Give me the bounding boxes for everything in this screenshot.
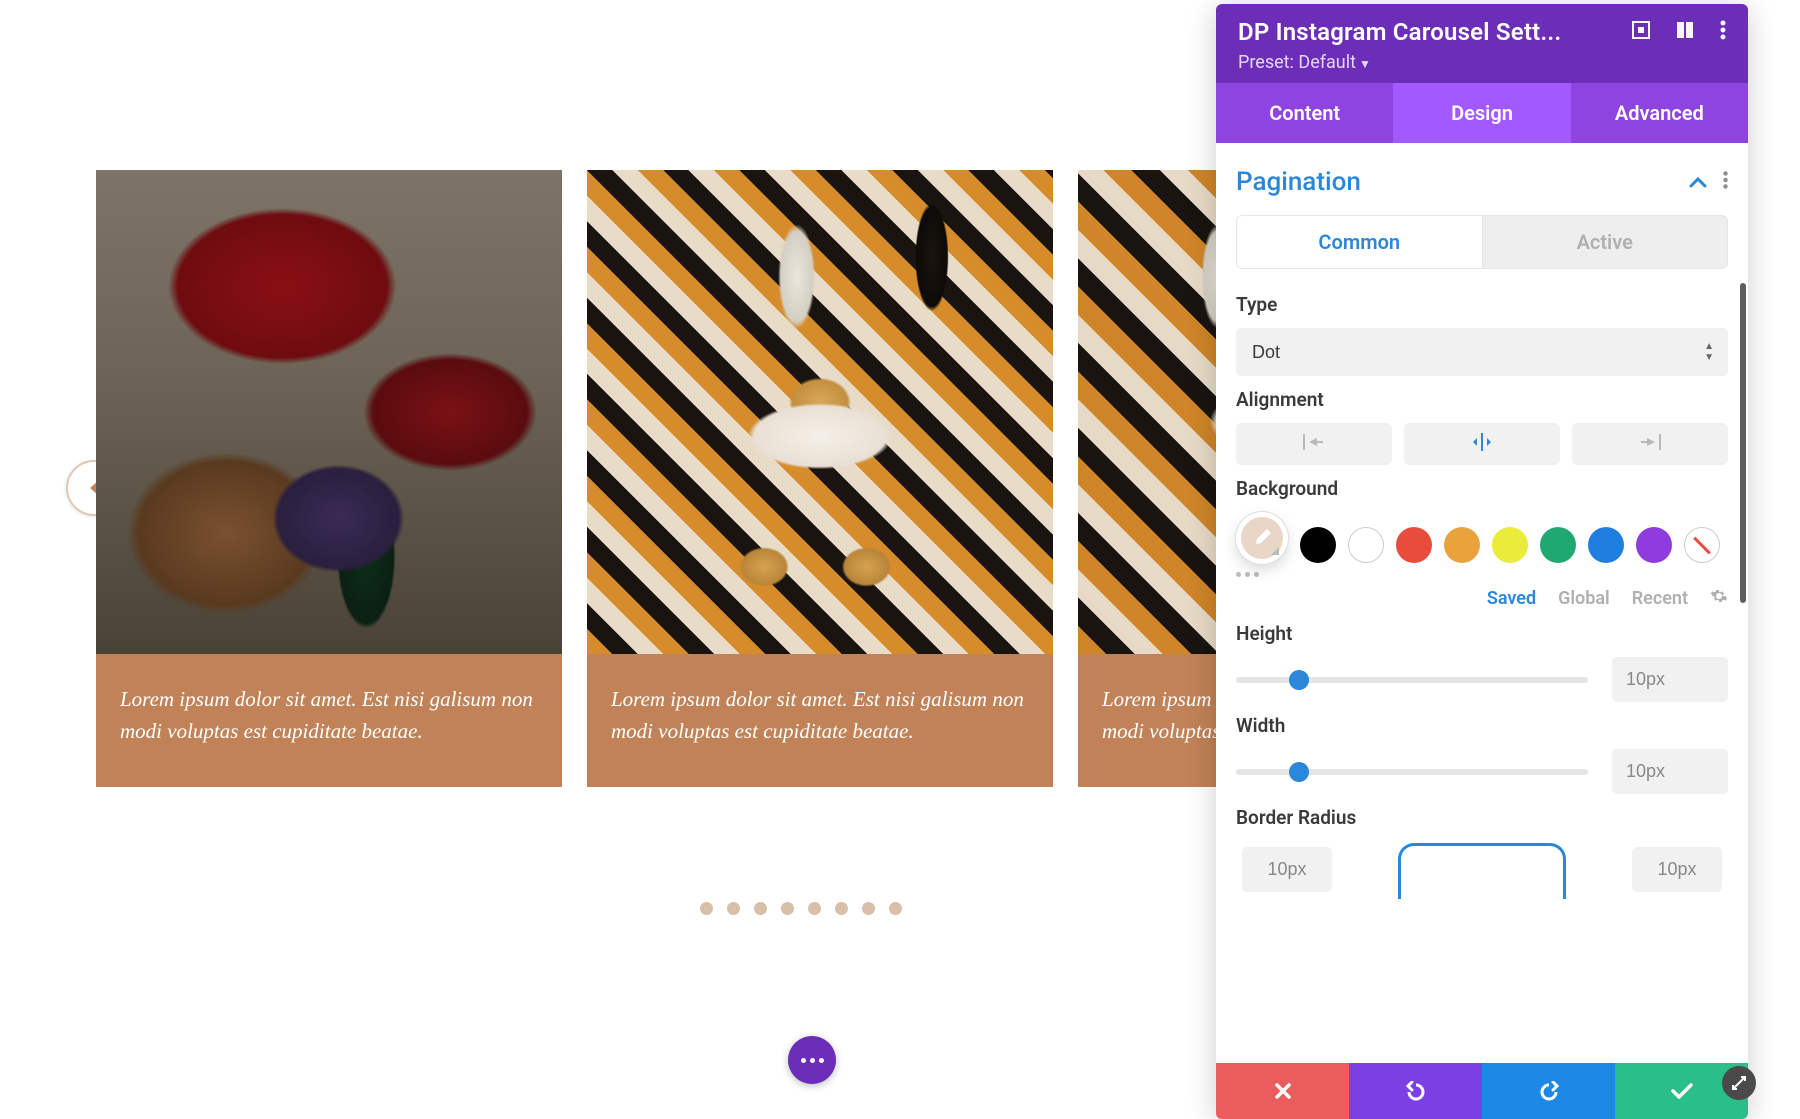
collapse-icon[interactable]: [1689, 173, 1707, 192]
label-background: Background: [1236, 477, 1728, 500]
align-center-button[interactable]: [1404, 423, 1560, 465]
expand-icon[interactable]: [1632, 21, 1650, 43]
height-slider[interactable]: [1236, 677, 1588, 683]
card-caption: Lorem ipsum dolor sit amet. Est nisi gal…: [1078, 654, 1236, 787]
align-right-button[interactable]: [1572, 423, 1728, 465]
pagination-dot[interactable]: [862, 902, 875, 915]
card-image: [1078, 170, 1236, 654]
panel-footer: [1216, 1063, 1748, 1119]
redo-button[interactable]: [1482, 1063, 1615, 1119]
snap-icon[interactable]: [1676, 21, 1694, 43]
editor-canvas: Lorem ipsum dolor sit amet. Est nisi gal…: [0, 0, 1800, 1106]
carousel-card[interactable]: Lorem ipsum dolor sit amet. Est nisi gal…: [96, 170, 562, 787]
label-height: Height: [1236, 622, 1728, 645]
pagination-dot[interactable]: [808, 902, 821, 915]
card-image: [96, 170, 562, 654]
instagram-carousel: Lorem ipsum dolor sit amet. Est nisi gal…: [96, 170, 1236, 787]
color-swatch-blue[interactable]: [1588, 527, 1624, 563]
builder-fab-button[interactable]: [788, 1036, 836, 1084]
pagination-dot[interactable]: [889, 902, 902, 915]
color-swatch-green[interactable]: [1540, 527, 1576, 563]
resize-handle-icon[interactable]: [1722, 1066, 1756, 1100]
label-alignment: Alignment: [1236, 388, 1728, 411]
pagination-dot[interactable]: [754, 902, 767, 915]
panel-title: DP Instagram Carousel Sett...: [1238, 18, 1561, 46]
cancel-button[interactable]: [1216, 1063, 1349, 1119]
card-image: [587, 170, 1053, 654]
section-menu-icon[interactable]: [1723, 171, 1728, 193]
panel-header[interactable]: DP Instagram Carousel Sett... Preset: De…: [1216, 4, 1748, 83]
settings-tabs: Content Design Advanced: [1216, 83, 1748, 143]
align-center-icon: [1471, 433, 1493, 455]
color-swatch-orange[interactable]: [1444, 527, 1480, 563]
card-caption: Lorem ipsum dolor sit amet. Est nisi gal…: [587, 654, 1053, 787]
tab-design[interactable]: Design: [1393, 83, 1570, 143]
card-caption: Lorem ipsum dolor sit amet. Est nisi gal…: [96, 654, 562, 787]
pagination-dot[interactable]: [700, 902, 713, 915]
width-slider[interactable]: [1236, 769, 1588, 775]
color-picker-button[interactable]: [1236, 512, 1288, 564]
type-select[interactable]: Dot: [1236, 328, 1728, 376]
pagination-dot[interactable]: [727, 902, 740, 915]
carousel-card[interactable]: Lorem ipsum dolor sit amet. Est nisi gal…: [587, 170, 1053, 787]
width-input[interactable]: [1612, 749, 1728, 794]
panel-body[interactable]: Pagination Common Active Type Dot: [1216, 143, 1748, 1063]
module-settings-panel: DP Instagram Carousel Sett... Preset: De…: [1216, 4, 1748, 1119]
picker-more-icon[interactable]: [1236, 572, 1288, 577]
radius-top-right-input[interactable]: [1632, 847, 1722, 892]
label-width: Width: [1236, 714, 1728, 737]
color-swatch-purple[interactable]: [1636, 527, 1672, 563]
slider-thumb[interactable]: [1289, 762, 1309, 782]
color-swatch-black[interactable]: [1300, 527, 1336, 563]
slider-thumb[interactable]: [1289, 670, 1309, 690]
panel-menu-icon[interactable]: [1720, 20, 1726, 44]
tab-advanced[interactable]: Advanced: [1571, 83, 1748, 143]
align-left-icon: [1303, 434, 1325, 454]
undo-button[interactable]: [1349, 1063, 1482, 1119]
palette-saved-link[interactable]: Saved: [1487, 588, 1536, 609]
radius-preview: [1398, 843, 1566, 899]
color-swatch-none[interactable]: [1684, 527, 1720, 563]
section-title-pagination[interactable]: Pagination: [1236, 167, 1361, 197]
height-input[interactable]: [1612, 657, 1728, 702]
label-type: Type: [1236, 293, 1728, 316]
carousel-card[interactable]: Lorem ipsum dolor sit amet. Est nisi gal…: [1078, 170, 1236, 787]
tab-content[interactable]: Content: [1216, 83, 1393, 143]
palette-settings-icon[interactable]: [1710, 587, 1728, 610]
label-border-radius: Border Radius: [1236, 806, 1728, 829]
align-left-button[interactable]: [1236, 423, 1392, 465]
color-swatch-yellow[interactable]: [1492, 527, 1528, 563]
palette-recent-link[interactable]: Recent: [1632, 588, 1688, 609]
carousel-track: Lorem ipsum dolor sit amet. Est nisi gal…: [96, 170, 1236, 787]
radius-top-left-input[interactable]: [1242, 847, 1332, 892]
preset-selector[interactable]: Preset: Default▼: [1238, 52, 1726, 73]
preset-label: Preset: Default: [1238, 52, 1356, 73]
align-right-icon: [1639, 434, 1661, 454]
subtab-common[interactable]: Common: [1236, 215, 1482, 269]
color-swatch-white[interactable]: [1348, 527, 1384, 563]
pagination-subtabs: Common Active: [1236, 215, 1728, 269]
pagination-dot[interactable]: [835, 902, 848, 915]
pagination-dot[interactable]: [781, 902, 794, 915]
subtab-active[interactable]: Active: [1482, 215, 1729, 269]
carousel-pagination: [700, 902, 902, 915]
scrollbar-thumb[interactable]: [1740, 283, 1746, 603]
color-swatch-red[interactable]: [1396, 527, 1432, 563]
palette-global-link[interactable]: Global: [1558, 588, 1610, 609]
